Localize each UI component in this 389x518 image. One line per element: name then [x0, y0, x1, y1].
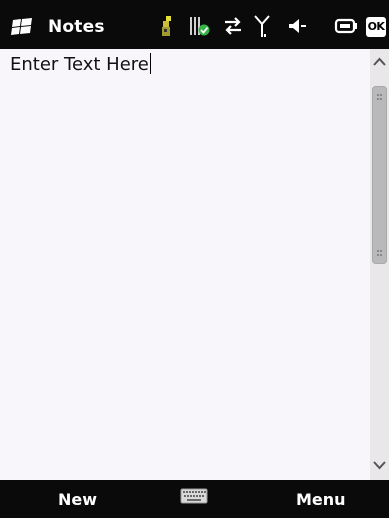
note-text-line[interactable]: Enter Text Here: [10, 53, 151, 75]
connectivity-icon[interactable]: [160, 15, 174, 37]
menu-button[interactable]: Menu: [296, 490, 346, 509]
ok-button[interactable]: OK: [366, 17, 386, 37]
new-button[interactable]: New: [58, 490, 97, 509]
windows-flag-icon[interactable]: [10, 18, 34, 36]
signal-icon[interactable]: [254, 15, 270, 39]
keyboard-icon[interactable]: [180, 488, 208, 504]
grip-icon: [377, 250, 382, 256]
softkey-bar: New Menu: [0, 480, 389, 518]
chevron-up-icon[interactable]: [370, 49, 389, 73]
data-sync-icon[interactable]: [222, 15, 244, 37]
title-bar: Notes OK: [0, 0, 389, 49]
text-caret: [149, 53, 151, 74]
battery-icon[interactable]: [334, 15, 358, 37]
chevron-down-icon[interactable]: [370, 453, 389, 477]
app-title: Notes: [48, 17, 105, 37]
battery-status-icon[interactable]: [189, 15, 211, 37]
volume-icon[interactable]: [286, 15, 308, 37]
note-text: Enter Text Here: [10, 54, 149, 75]
grip-icon: [377, 94, 382, 100]
scroll-thumb[interactable]: [372, 86, 387, 264]
note-editor[interactable]: Enter Text Here: [0, 49, 370, 480]
vertical-scrollbar[interactable]: [370, 49, 389, 480]
